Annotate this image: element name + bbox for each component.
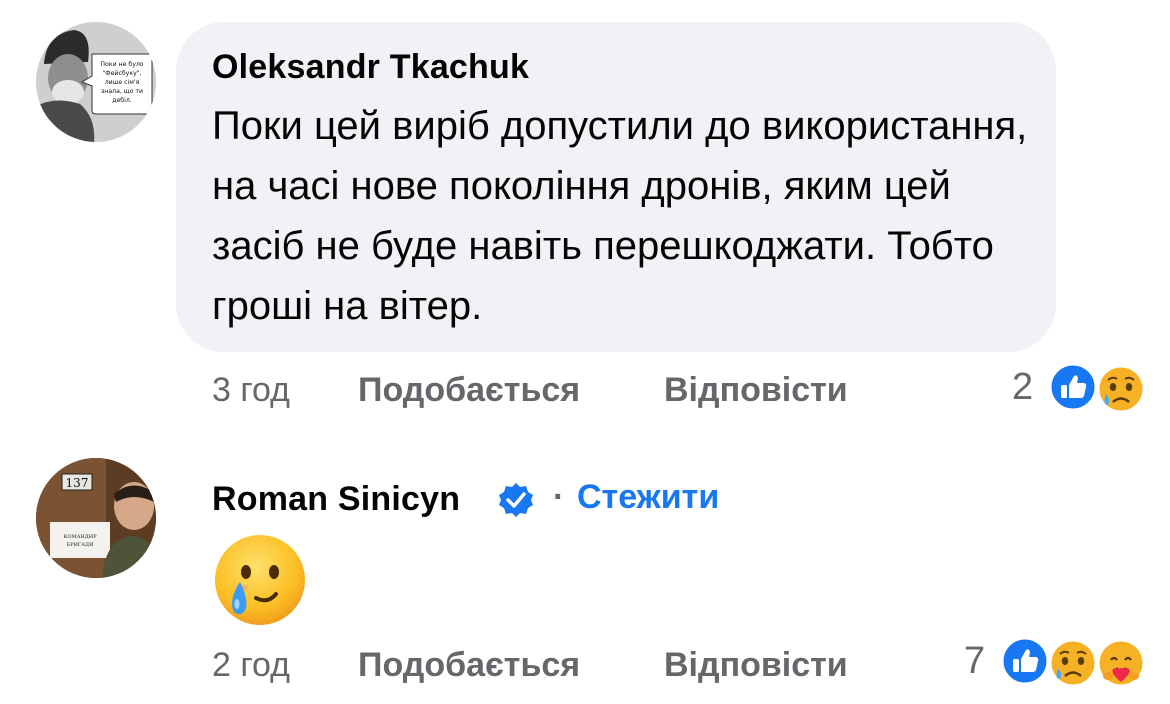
door-number: 137	[66, 476, 89, 490]
avatar-roman[interactable]: 137 КОМАНДИР БРИГАДИ	[36, 458, 156, 578]
avatar-caption-line-2: "Фейсбуку",	[102, 69, 141, 77]
reaction-count[interactable]: 7	[964, 640, 985, 683]
like-icon[interactable]	[1048, 362, 1098, 412]
care-icon[interactable]	[1096, 638, 1146, 688]
door-sign-line-1: КОМАНДИР	[63, 534, 97, 540]
reply-button[interactable]: Відповісти	[664, 371, 848, 410]
door-sign-line-2: БРИГАДИ	[67, 542, 95, 548]
comment-timestamp[interactable]: 3 год	[212, 371, 290, 410]
comment-author[interactable]: Oleksandr Tkachuk	[212, 48, 529, 87]
avatar-caption-line-3: лише сім'я	[105, 78, 140, 86]
face-holding-back-tears-emoji	[212, 532, 308, 628]
avatar-caption-line-5: дебіл.	[112, 96, 132, 104]
sad-icon[interactable]	[1048, 638, 1098, 688]
like-button[interactable]: Подобається	[358, 371, 580, 410]
reaction-count[interactable]: 2	[1012, 366, 1033, 409]
avatar-caption-line-4: знала, що ти	[101, 88, 143, 95]
reply-button[interactable]: Відповісти	[664, 646, 848, 685]
verified-badge-icon	[497, 481, 535, 519]
comment-timestamp[interactable]: 2 год	[212, 646, 290, 685]
like-icon[interactable]	[1000, 636, 1050, 686]
follow-separator: ·	[553, 478, 565, 516]
like-button[interactable]: Подобається	[358, 646, 580, 685]
avatar-caption-line-1: Поки не було	[100, 60, 143, 68]
follow-button[interactable]: Стежити	[577, 478, 719, 517]
comment-author[interactable]: Roman Sinicyn	[212, 480, 460, 519]
avatar-oleksandr[interactable]: Поки не було "Фейсбуку", лише сім'я знал…	[36, 22, 156, 142]
comment-text: Поки цей виріб допустили до використання…	[212, 104, 1028, 328]
sad-icon[interactable]	[1096, 364, 1146, 414]
